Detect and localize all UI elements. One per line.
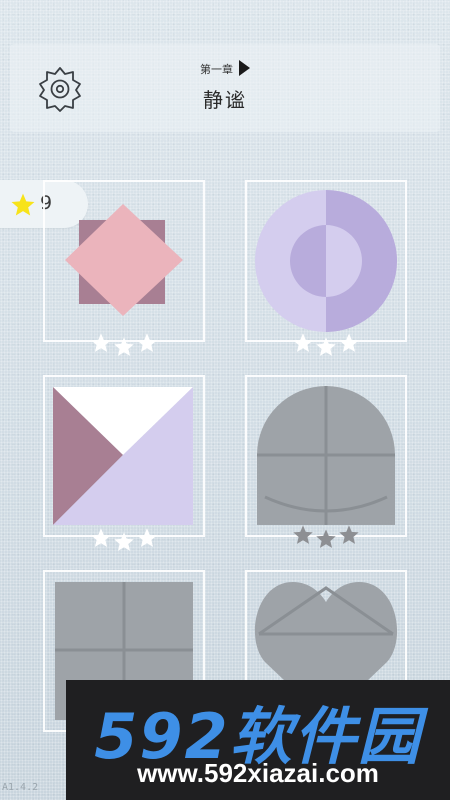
level-1-stars	[90, 332, 158, 358]
star-icon	[293, 333, 313, 352]
level-3-tile[interactable]	[43, 375, 205, 537]
star-icon	[316, 337, 336, 356]
chapter-label[interactable]: 第一章	[0, 60, 450, 77]
level-4-stars	[292, 524, 360, 550]
level-2-shape	[255, 190, 397, 332]
star-icon	[114, 337, 134, 356]
play-triangle-icon[interactable]	[239, 60, 250, 76]
level-3-stars	[90, 527, 158, 553]
level-3-shape	[53, 387, 193, 525]
level-2-stars	[292, 332, 360, 358]
star-icon	[91, 333, 111, 352]
star-icon	[137, 333, 157, 352]
star-icon	[316, 529, 336, 548]
chapter-title: 静谧	[203, 88, 247, 112]
watermark-banner: 592软件园 www.592xiazai.com	[66, 680, 450, 800]
star-icon	[339, 333, 359, 352]
star-icon	[137, 528, 157, 547]
star-icon	[114, 532, 134, 551]
level-1-shape	[65, 204, 183, 316]
version-label: A1.4.2	[2, 782, 39, 793]
star-icon	[91, 528, 111, 547]
watermark-url: www.592xiazai.com	[137, 758, 379, 788]
level-4-shape	[257, 386, 395, 525]
chapter-number: 第一章	[200, 63, 233, 76]
level-4-tile[interactable]	[245, 375, 407, 537]
level-1-tile[interactable]	[43, 180, 205, 342]
star-icon	[11, 193, 35, 216]
star-icon	[293, 525, 313, 544]
level-2-tile[interactable]	[245, 180, 407, 342]
star-icon	[339, 525, 359, 544]
